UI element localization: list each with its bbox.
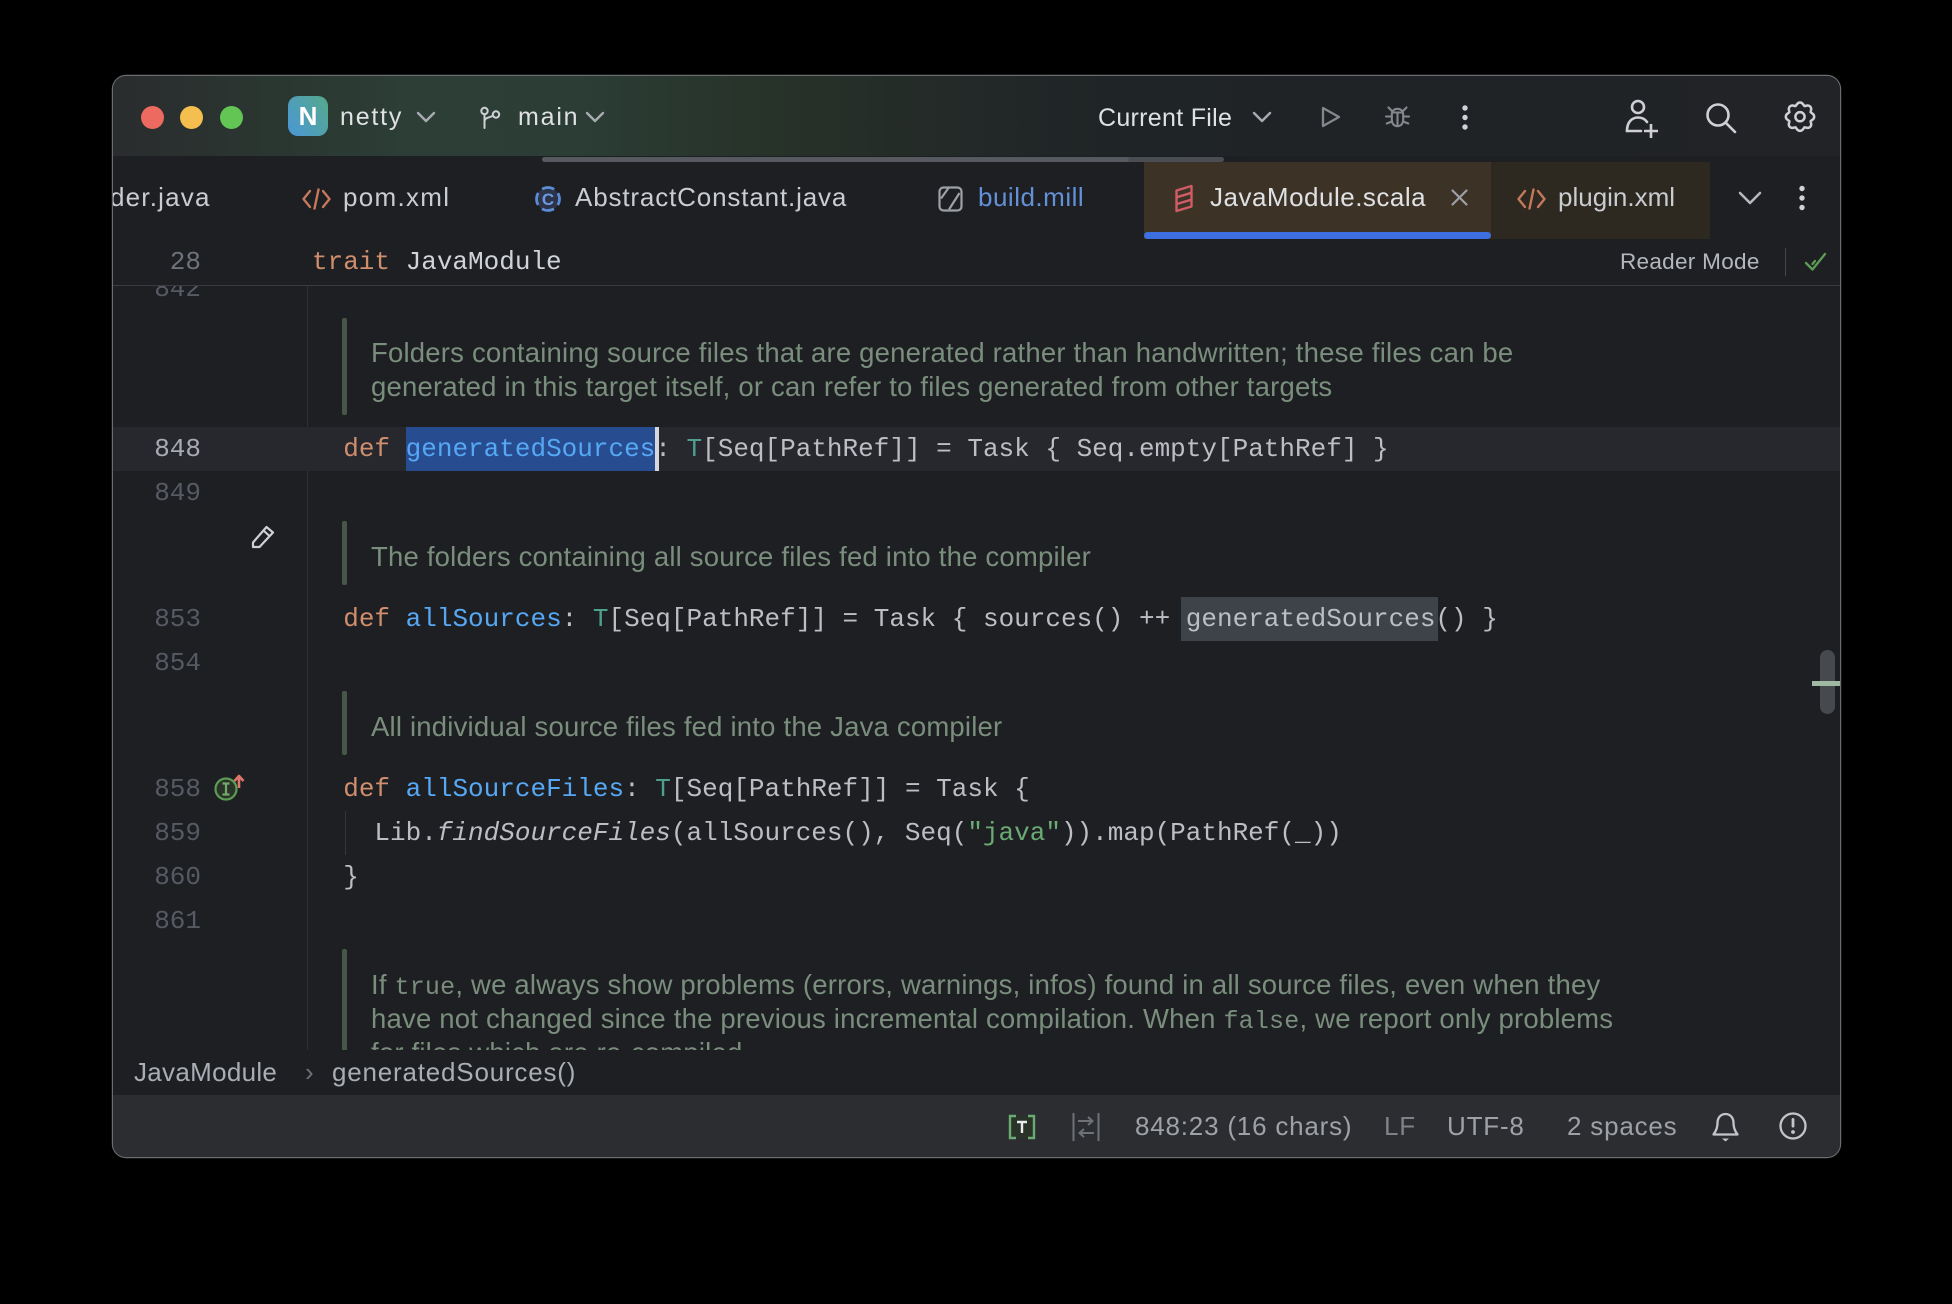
svg-text:C: C [542, 190, 554, 209]
